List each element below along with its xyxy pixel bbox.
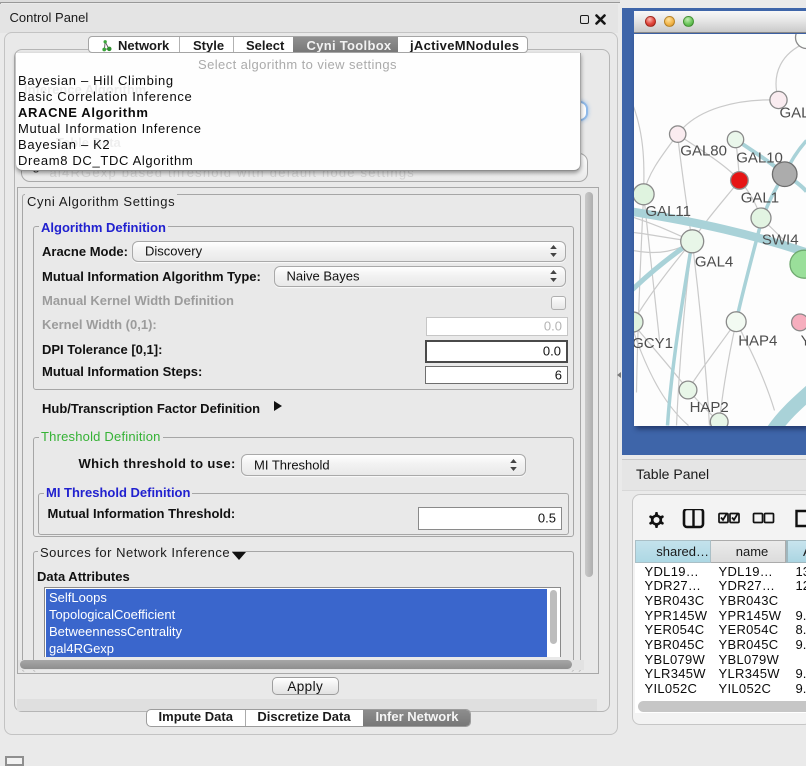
svg-text:SWI4: SWI4 <box>761 231 798 248</box>
svg-text:HAP4: HAP4 <box>738 332 777 349</box>
svg-text:GAL11: GAL11 <box>645 203 691 220</box>
svg-text:GAL1: GAL1 <box>740 189 778 206</box>
svg-text:HAP2: HAP2 <box>689 399 728 416</box>
svg-text:YMR: YMR <box>800 332 806 349</box>
svg-text:GAL4: GAL4 <box>694 253 732 270</box>
svg-text:GAL80: GAL80 <box>680 142 727 159</box>
svg-text:GCY1: GCY1 <box>634 335 673 352</box>
svg-text:GAL10: GAL10 <box>736 149 783 166</box>
svg-text:GAL7: GAL7 <box>779 104 806 121</box>
